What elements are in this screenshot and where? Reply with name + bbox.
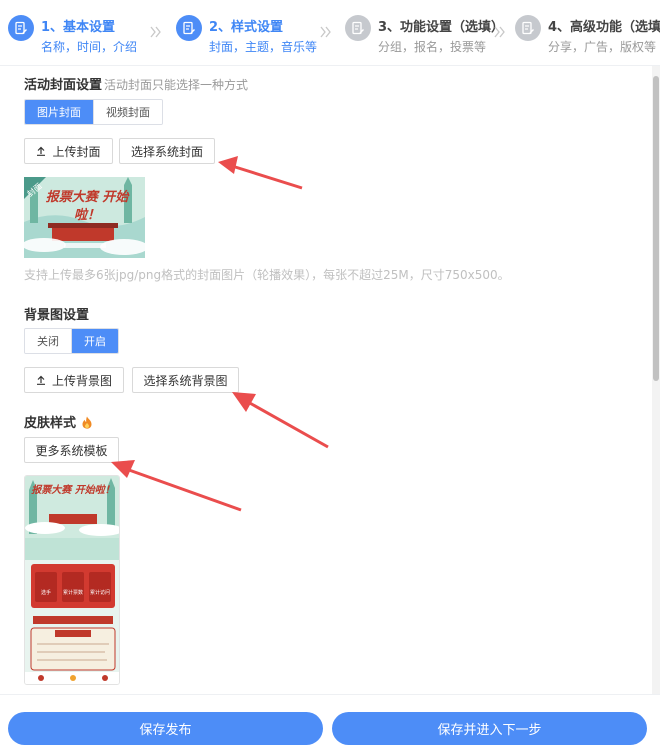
annotation-arrow-icon <box>218 156 303 190</box>
preview-stat-label: 选手 <box>40 590 51 596</box>
upload-icon <box>37 146 46 156</box>
choose-cover-label: 选择系统封面 <box>130 144 203 159</box>
annotation-arrow-icon <box>232 392 329 449</box>
save-next-button[interactable]: 保存并进入下一步 <box>332 712 647 745</box>
cover-type-toggle: 图片封面 视频封面 <box>24 99 163 125</box>
double-chevron-right-icon <box>320 26 331 38</box>
fire-icon <box>82 416 92 429</box>
cover-section-title: 活动封面设置 活动封面只能选择一种方式 <box>24 74 248 93</box>
content-scrollbar[interactable] <box>652 66 660 694</box>
step-subtitle: 分享，广告，版权等 <box>548 40 657 54</box>
skin-preview-title: 报票大赛 开始啦！ <box>31 485 115 496</box>
cover-upload-tip: 支持上传最多6张jpg/png格式的封面图片（轮播效果），每张不超过25M，尺寸… <box>24 268 510 282</box>
cover-thumb-text: 报票大赛 开始啦！ <box>45 190 129 223</box>
step-title: 2、样式设置 <box>209 20 284 35</box>
style-settings-form: 活动封面设置 活动封面只能选择一种方式 图片封面 视频封面 上传封面 选择系统封面… <box>0 66 660 694</box>
cover-title-text: 活动封面设置 <box>24 78 103 93</box>
double-chevron-right-icon <box>494 26 505 38</box>
double-chevron-right-icon <box>150 26 161 38</box>
step-basic-settings[interactable]: 1、基本设置 名称，时间，介绍 <box>8 8 158 58</box>
action-footer: 保存发布 保存并进入下一步 <box>0 694 660 753</box>
tab-image-cover[interactable]: 图片封面 <box>25 100 93 124</box>
more-templates-label: 更多系统模板 <box>35 443 108 458</box>
edit-doc-icon <box>8 15 34 41</box>
scrollbar-thumb[interactable] <box>653 76 659 381</box>
preview-stat-label: 累计票数 <box>62 590 83 596</box>
upload-icon <box>36 375 45 385</box>
choose-background-label: 选择系统背景图 <box>143 373 228 388</box>
step-subtitle: 封面，主题，音乐等 <box>209 40 318 54</box>
edit-doc-icon <box>515 15 541 41</box>
step-style-settings[interactable]: 2、样式设置 封面，主题，音乐等 <box>176 8 326 58</box>
step-subtitle: 分组，报名，投票等 <box>378 40 487 54</box>
step-progress-bar: 1、基本设置 名称，时间，介绍 2、样式设置 封面，主题，音乐等 3、功能设置（… <box>0 0 660 66</box>
cover-thumbnail[interactable]: 封面 报票大赛 开始啦！ <box>24 177 145 258</box>
skin-section-title: 皮肤样式 <box>24 412 93 431</box>
upload-cover-button[interactable]: 上传封面 <box>24 138 113 164</box>
step-subtitle: 名称，时间，介绍 <box>41 40 138 54</box>
preview-stat-label: 累计访问 <box>89 590 110 596</box>
upload-background-label: 上传背景图 <box>51 373 112 388</box>
step-title: 3、功能设置（选填） <box>378 20 505 35</box>
choose-system-cover-button[interactable]: 选择系统封面 <box>119 138 215 164</box>
background-on-option[interactable]: 开启 <box>71 329 118 353</box>
step-title: 4、高级功能（选填） <box>548 20 660 35</box>
background-off-option[interactable]: 关闭 <box>25 329 71 353</box>
annotation-arrow-icon <box>111 460 242 512</box>
step-advanced-settings[interactable]: 4、高级功能（选填） 分享，广告，版权等 <box>515 8 660 58</box>
edit-doc-icon <box>176 15 202 41</box>
edit-doc-icon <box>345 15 371 41</box>
save-publish-button[interactable]: 保存发布 <box>8 712 323 745</box>
step-feature-settings[interactable]: 3、功能设置（选填） 分组，报名，投票等 <box>345 8 505 58</box>
upload-cover-label: 上传封面 <box>52 144 101 159</box>
background-toggle: 关闭 开启 <box>24 328 119 354</box>
skin-title-text: 皮肤样式 <box>24 416 77 431</box>
tab-video-cover[interactable]: 视频封面 <box>93 100 162 124</box>
step-title: 1、基本设置 <box>41 20 116 35</box>
upload-background-button[interactable]: 上传背景图 <box>24 367 124 393</box>
cover-hint: 活动封面只能选择一种方式 <box>104 78 249 92</box>
choose-system-background-button[interactable]: 选择系统背景图 <box>132 367 239 393</box>
background-section-title: 背景图设置 <box>24 308 90 323</box>
